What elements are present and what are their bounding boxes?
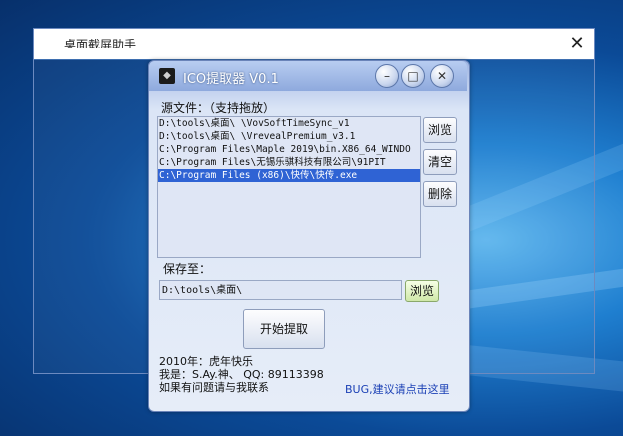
file-list-item[interactable]: C:\Program Files\Maple 2019\bin.X86_64_W…: [158, 143, 420, 156]
start-extract-button[interactable]: 开始提取: [243, 309, 325, 349]
browse-save-button[interactable]: 浏览: [405, 280, 439, 302]
browse-source-button[interactable]: 浏览: [423, 117, 457, 143]
maximize-button[interactable]: □: [401, 64, 425, 88]
file-list-item[interactable]: D:\tools\桌面\ \VovSoftTimeSync_v1: [158, 117, 420, 130]
app-title-bar[interactable]: ◆ ICO提取器 V0.1 – □ ✕: [149, 61, 467, 91]
delete-item-button[interactable]: 删除: [423, 181, 457, 207]
save-path-field[interactable]: D:\tools\桌面\: [159, 280, 402, 300]
clear-list-button[interactable]: 清空: [423, 149, 457, 175]
app-logo-icon: ◆: [159, 68, 175, 84]
capture-title-bar: 桌面截屏助手 ✕: [34, 29, 594, 59]
info-line-contact: 如果有问题请与我联系: [159, 381, 269, 394]
capture-window-title: 桌面截屏助手: [64, 39, 137, 48]
app-title: ICO提取器 V0.1: [183, 72, 279, 87]
save-to-label: 保存至：: [163, 262, 212, 276]
close-button[interactable]: ✕: [430, 64, 454, 88]
file-list-item[interactable]: C:\Program Files\无锡乐骐科技有限公司\91PIT: [158, 156, 420, 169]
source-file-list[interactable]: D:\tools\桌面\ \VovSoftTimeSync_v1 D:\tools…: [157, 116, 421, 258]
file-list-item[interactable]: C:\Program Files (x86)\快传\快传.exe: [158, 169, 420, 182]
source-files-label: 源文件：（支持拖放）: [161, 101, 276, 115]
minimize-button[interactable]: –: [375, 64, 399, 88]
capture-close-button[interactable]: ✕: [564, 31, 590, 57]
bug-report-link[interactable]: BUG,建议请点击这里: [345, 381, 450, 397]
file-list-item[interactable]: D:\tools\桌面\ \VrevealPremium_v3.1: [158, 130, 420, 143]
ico-extractor-window: ◆ ICO提取器 V0.1 – □ ✕ 源文件：（支持拖放） D:\tools\…: [148, 60, 470, 412]
